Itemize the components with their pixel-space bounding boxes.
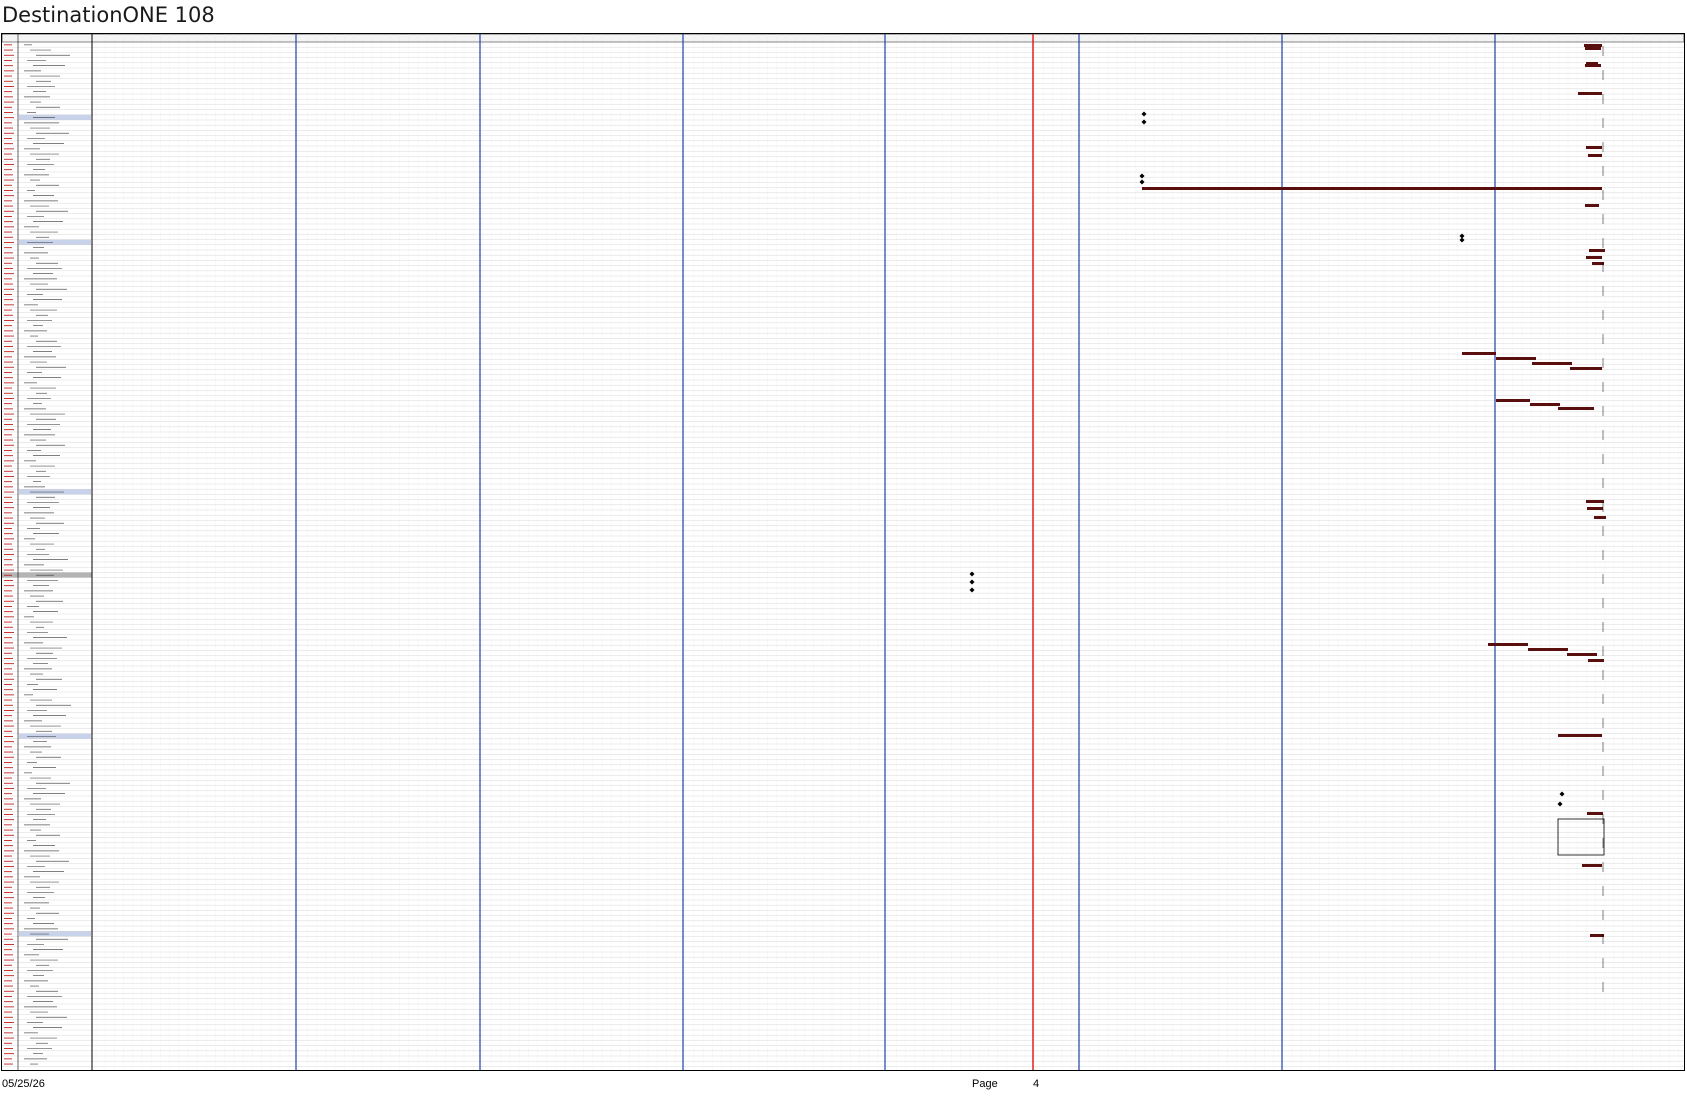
milestone-diamond	[1141, 111, 1147, 117]
task-bar	[1587, 507, 1603, 510]
task-bar	[1588, 659, 1604, 662]
task-bar	[1558, 407, 1594, 410]
task-bar	[1588, 154, 1602, 157]
milestone-diamond	[1559, 791, 1565, 797]
task-bar	[1582, 864, 1602, 867]
task-bar	[1528, 648, 1568, 651]
task-bar	[1578, 92, 1602, 95]
task-bar	[1585, 47, 1601, 50]
task-bar	[1594, 516, 1606, 519]
milestone-diamond	[1557, 801, 1563, 807]
task-bar	[1567, 653, 1597, 656]
grouped-bar-box	[1557, 818, 1605, 856]
milestone-diamond	[1141, 119, 1147, 125]
task-bar	[1462, 352, 1496, 355]
task-bar	[1142, 187, 1602, 190]
task-bar	[1496, 357, 1536, 360]
footer-page-label: Page	[972, 1078, 998, 1090]
gantt-canvas	[2, 34, 1684, 1070]
milestone-diamond	[1139, 179, 1145, 185]
task-bar	[1586, 146, 1602, 149]
milestone-diamond	[1459, 237, 1465, 243]
gantt-chart	[1, 33, 1685, 1071]
footer-print-date: 05/25/26	[2, 1078, 45, 1090]
footer-page-number: 4	[1033, 1078, 1040, 1090]
task-bar	[1488, 643, 1528, 646]
task-bar	[1496, 399, 1530, 402]
milestone-diamond	[1139, 173, 1145, 179]
summary-row-band	[19, 931, 91, 937]
page-title: DestinationONE 108	[2, 3, 215, 27]
task-bar	[1587, 812, 1603, 815]
task-bar	[1570, 367, 1602, 370]
task-bar	[1558, 734, 1602, 737]
task-bar	[1586, 500, 1604, 503]
schedule-page: DestinationONE 108 05/25/26 Page 4	[0, 0, 1687, 1097]
task-bar	[1590, 934, 1604, 937]
task-bar	[1532, 362, 1572, 365]
task-bar	[1585, 204, 1599, 207]
task-bar	[1530, 403, 1560, 406]
milestone-diamond	[969, 587, 975, 593]
timescale-header	[2, 34, 1684, 43]
milestone-diamond	[969, 579, 975, 585]
task-bar	[1585, 64, 1601, 67]
task-bar	[1584, 44, 1602, 47]
task-bar	[1589, 249, 1605, 252]
task-bar	[1592, 262, 1604, 265]
task-bar	[1586, 256, 1602, 259]
